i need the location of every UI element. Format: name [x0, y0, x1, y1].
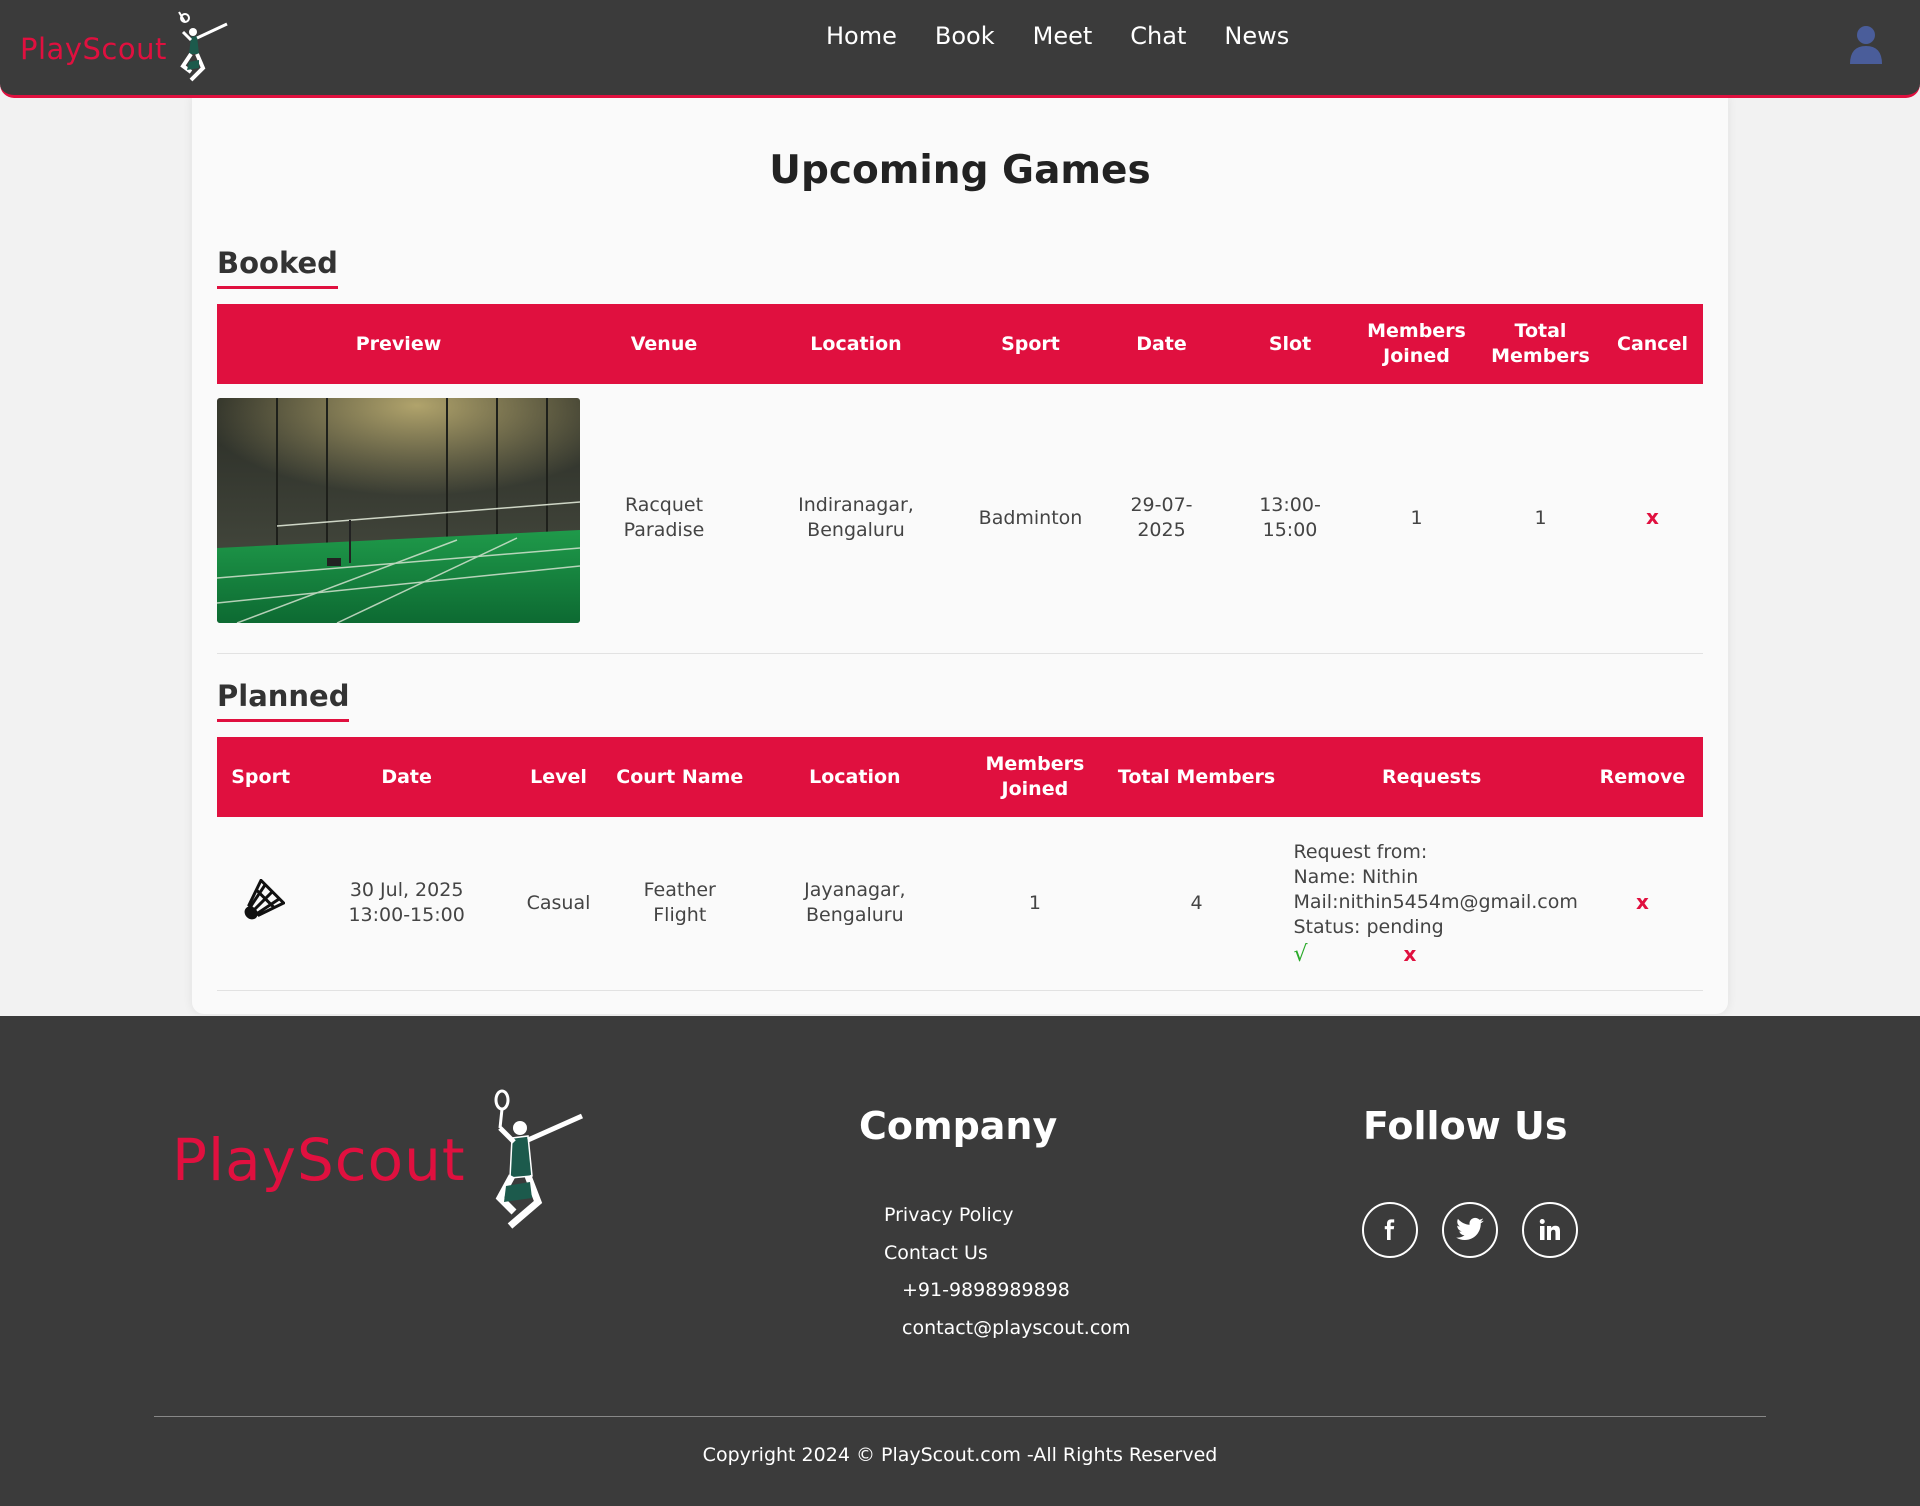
navbar: PlayScout Home Book Meet Chat News [0, 0, 1920, 98]
accept-request-button[interactable]: √ [1293, 942, 1307, 967]
remove-game-button[interactable]: x [1636, 890, 1649, 914]
table-row: 30 Jul, 2025 13:00-15:00 Casual Feather … [217, 817, 1703, 990]
level-cell: Casual [526, 891, 591, 914]
footer-brand-logo[interactable]: PlayScout [172, 1086, 588, 1234]
planned-table: Sport Date Level Court Name Location Mem… [217, 737, 1703, 991]
col-venue: Venue [630, 332, 698, 355]
total-members-cell: 4 [1190, 891, 1203, 914]
badminton-player-icon [494, 1089, 583, 1229]
linkedin-icon[interactable] [1522, 1202, 1578, 1258]
nav-news[interactable]: News [1224, 22, 1289, 50]
col-date: Date [381, 765, 432, 788]
col-sport: Sport [231, 765, 291, 788]
sport-icon-cell [217, 817, 304, 990]
request-mail: Mail:nithin5454m@gmail.com [1293, 890, 1578, 913]
shuttlecock-icon [244, 879, 285, 920]
preview-cell [217, 384, 580, 653]
col-court-name: Court Name [616, 765, 744, 788]
col-cancel: Cancel [1617, 332, 1688, 355]
cancel-cell: x [1602, 384, 1703, 653]
col-location: Location [810, 332, 902, 355]
members-joined-cell: 1 [1410, 506, 1423, 529]
nav-chat[interactable]: Chat [1130, 22, 1186, 50]
col-requests: Requests [1382, 765, 1482, 788]
col-date: Date [1136, 332, 1187, 355]
col-location: Location [809, 765, 901, 788]
badminton-player-icon [177, 11, 228, 82]
col-total-members: Total Members [1117, 765, 1276, 788]
brand-logo[interactable]: PlayScout [20, 10, 239, 88]
footer-brand-name: PlayScout [172, 1126, 466, 1194]
booked-table-header: Preview Venue Location Sport Date Slot M… [217, 304, 1703, 384]
cancel-booking-button[interactable]: x [1646, 505, 1659, 529]
follow-us-heading: Follow Us [1363, 1104, 1568, 1148]
nav-book[interactable]: Book [935, 22, 995, 50]
date-cell: 29-07-2025 [1130, 494, 1193, 542]
reject-request-button[interactable]: x [1404, 942, 1417, 967]
col-slot: Slot [1268, 332, 1312, 355]
location-cell: Jayanagar, Bengaluru [804, 879, 906, 927]
contact-us-link[interactable]: Contact Us [884, 1242, 988, 1264]
total-members-cell: 1 [1534, 506, 1547, 529]
col-sport: Sport [1001, 332, 1060, 355]
court-preview-image[interactable] [217, 398, 580, 623]
upcoming-games-card: Upcoming Games Booked Preview Venue Loca… [192, 96, 1728, 1014]
twitter-icon[interactable] [1442, 1202, 1498, 1258]
page-title: Upcoming Games [769, 148, 1151, 193]
col-members-joined: Members Joined [985, 753, 1085, 800]
planned-table-header: Sport Date Level Court Name Location Mem… [217, 737, 1703, 817]
col-level: Level [530, 765, 587, 788]
table-row: Racquet Paradise Indiranagar, Bengaluru … [217, 384, 1703, 653]
col-remove: Remove [1599, 765, 1686, 788]
remove-cell: x [1582, 817, 1703, 990]
request-name: Name: Nithin [1293, 865, 1419, 888]
facebook-icon[interactable] [1362, 1202, 1418, 1258]
col-total-members: Total Members [1491, 320, 1590, 367]
col-members-joined: Members Joined [1367, 320, 1466, 367]
requests-cell: Request from: Name: Nithin Mail:nithin54… [1281, 817, 1581, 990]
contact-email[interactable]: contact@playscout.com [902, 1317, 1130, 1339]
nav-meet[interactable]: Meet [1033, 22, 1093, 50]
slot-cell: 13:00-15:00 [1259, 494, 1321, 542]
court-name-cell: Feather Flight [643, 879, 716, 927]
date-cell: 30 Jul, 2025 13:00-15:00 [348, 879, 465, 927]
location-cell: Indiranagar, Bengaluru [798, 494, 914, 542]
request-actions: √ x [1293, 942, 1577, 967]
nav-home[interactable]: Home [826, 22, 897, 50]
request-status: Status: pending [1293, 915, 1444, 938]
company-heading: Company [859, 1104, 1058, 1148]
footer-divider [154, 1416, 1766, 1417]
copyright-text: Copyright 2024 © PlayScout.com -All Righ… [702, 1444, 1218, 1466]
col-preview: Preview [355, 332, 442, 355]
booked-table: Preview Venue Location Sport Date Slot M… [217, 304, 1703, 654]
planned-section-title: Planned [217, 679, 350, 722]
user-avatar-icon[interactable] [1848, 24, 1884, 66]
members-joined-cell: 1 [1028, 891, 1041, 914]
request-from-label: Request from: [1293, 840, 1428, 863]
contact-phone[interactable]: +91-9898989898 [902, 1279, 1070, 1301]
privacy-policy-link[interactable]: Privacy Policy [884, 1204, 1013, 1226]
booked-section-title: Booked [217, 246, 338, 289]
venue-cell: Racquet Paradise [623, 494, 705, 542]
sport-cell: Badminton [978, 506, 1083, 529]
brand-name: PlayScout [20, 32, 167, 66]
footer: PlayScout Company Privacy Policy Contact… [0, 1016, 1920, 1506]
